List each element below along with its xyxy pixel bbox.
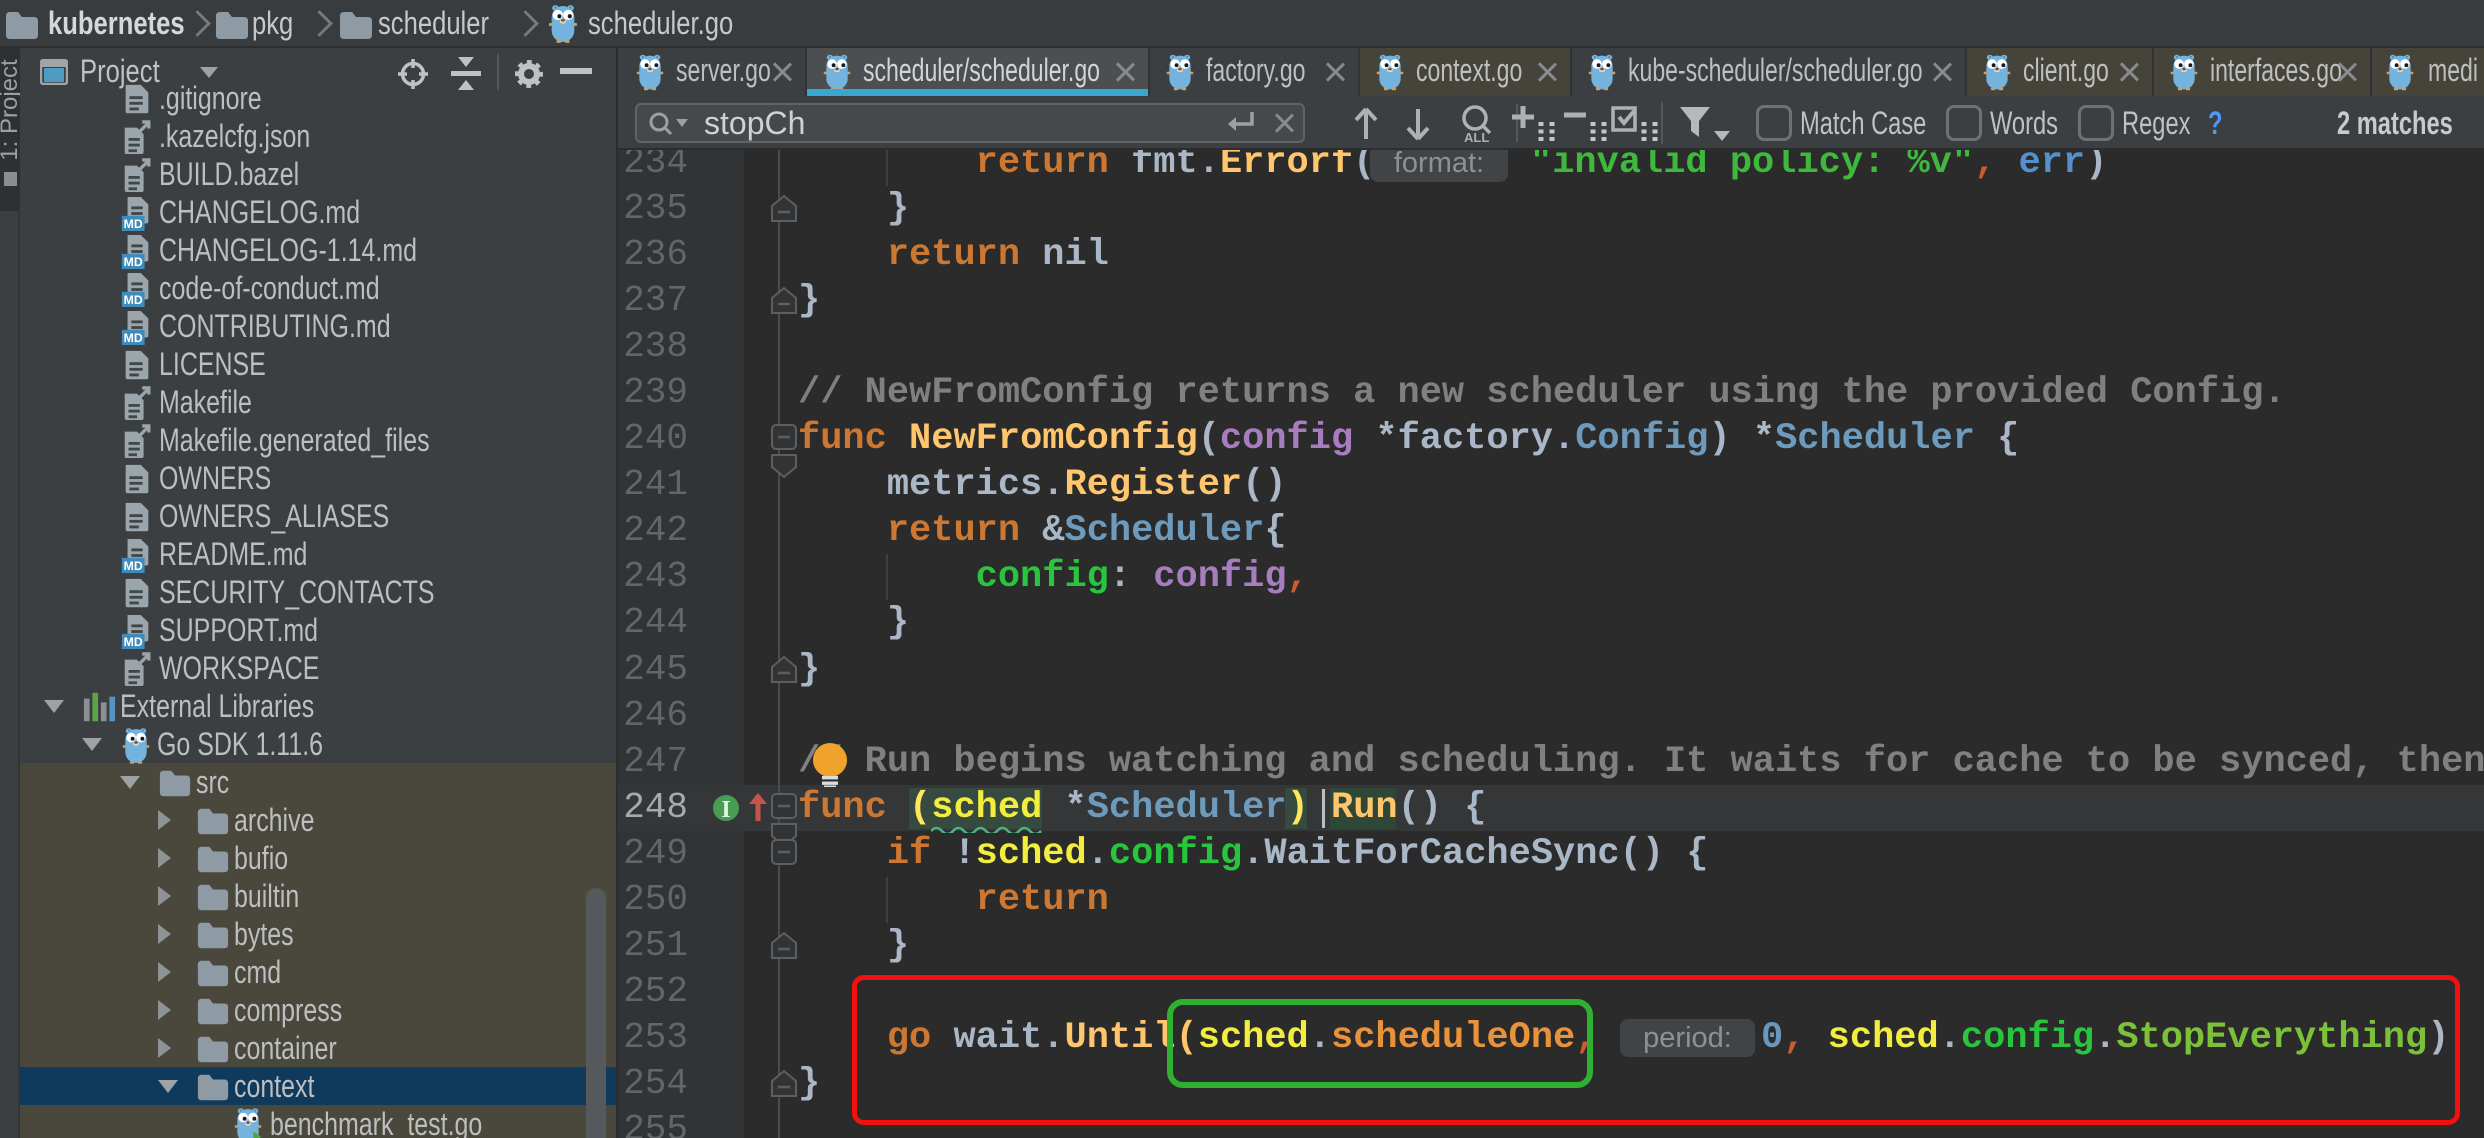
svg-text:ALL: ALL [1464, 130, 1489, 144]
svg-text:I: I [721, 797, 730, 823]
